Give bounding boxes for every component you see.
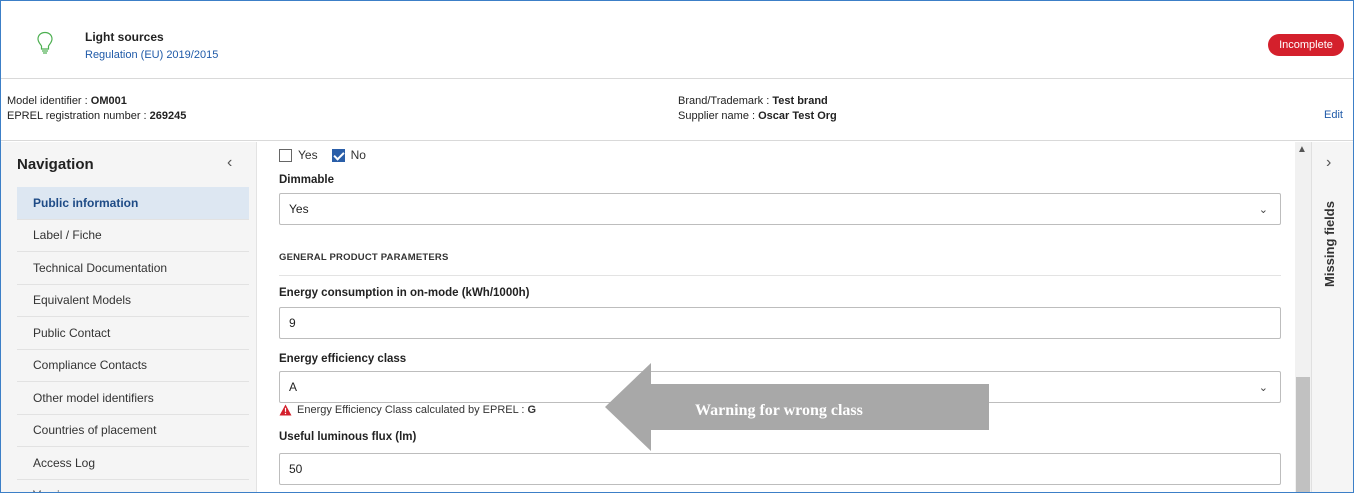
nav-item-equivalent-models[interactable]: Equivalent Models	[17, 284, 249, 317]
navigation-title: Navigation	[17, 156, 94, 173]
nav-item-other-model-identifiers[interactable]: Other model identifiers	[17, 382, 249, 415]
nav-item-countries-of-placement[interactable]: Countries of placement	[17, 414, 249, 447]
yes-no-choice: Yes No	[279, 148, 380, 162]
product-header: Light sources Regulation (EU) 2019/2015 …	[1, 1, 1353, 79]
scrollbar-thumb[interactable]	[1296, 377, 1310, 492]
energy-consumption-input[interactable]: 9	[279, 307, 1281, 339]
chevron-down-icon: ⌄	[1258, 382, 1268, 394]
warning-calculated-class: G	[527, 404, 537, 416]
luminous-flux-label: Useful luminous flux (lm)	[279, 431, 417, 443]
brand-value: Test brand	[772, 95, 828, 107]
energy-consumption-value: 9	[289, 316, 296, 330]
supplier-value: Oscar Test Org	[758, 110, 837, 122]
model-identifier: Model identifier : OM001	[7, 95, 127, 107]
nav-item-compliance-contacts[interactable]: Compliance Contacts	[17, 349, 249, 382]
luminous-flux-input[interactable]: 50	[279, 453, 1281, 485]
yes-checkbox[interactable]	[279, 148, 292, 162]
model-identifier-label: Model identifier :	[7, 95, 91, 107]
nav-item-public-contact[interactable]: Public Contact	[17, 317, 249, 350]
section-divider	[279, 275, 1281, 276]
supplier-name: Supplier name : Oscar Test Org	[678, 110, 837, 122]
energy-class-warning: Energy Efficiency Class calculated by EP…	[279, 404, 536, 416]
no-label: No	[350, 148, 366, 162]
nav-item-label-fiche[interactable]: Label / Fiche	[17, 219, 249, 252]
nav-item-access-log[interactable]: Access Log	[17, 447, 249, 480]
energy-class-value: A	[289, 380, 298, 394]
eprel-registration-number: EPREL registration number : 269245	[7, 110, 186, 122]
dimmable-value: Yes	[289, 202, 309, 216]
chevron-right-icon[interactable]: ›	[1326, 154, 1331, 172]
navigation-list: Public information Label / Fiche Technic…	[17, 187, 249, 492]
product-title: Light sources	[85, 30, 164, 44]
nav-item-technical-documentation[interactable]: Technical Documentation	[17, 252, 249, 285]
app-frame: Light sources Regulation (EU) 2019/2015 …	[0, 0, 1354, 493]
section-heading: GENERAL PRODUCT PARAMETERS	[279, 252, 449, 263]
dimmable-select[interactable]: Yes ⌄	[279, 193, 1281, 225]
luminous-flux-value: 50	[289, 462, 303, 476]
annotation-text: Warning for wrong class	[695, 402, 863, 419]
chevron-left-icon[interactable]: ‹	[227, 154, 232, 172]
eprel-value: 269245	[149, 110, 187, 122]
energy-class-label: Energy efficiency class	[279, 353, 407, 365]
warning-triangle-icon	[279, 404, 292, 416]
yes-label: Yes	[298, 148, 318, 162]
lightbulb-icon	[37, 31, 53, 54]
nav-item-versions[interactable]: Versions	[17, 479, 249, 492]
brand-label: Brand/Trademark :	[678, 95, 773, 107]
nav-item-public-information[interactable]: Public information	[17, 187, 249, 220]
brand-trademark: Brand/Trademark : Test brand	[678, 95, 828, 107]
form-scrollbar[interactable]: ▲	[1295, 142, 1311, 492]
missing-fields-label[interactable]: Missing fields	[1322, 201, 1337, 287]
model-identifier-value: OM001	[90, 95, 127, 107]
regulation-link[interactable]: Regulation (EU) 2019/2015	[85, 49, 218, 61]
no-checkbox[interactable]	[331, 148, 345, 162]
navigation-sidebar: Navigation ‹ Public information Label / …	[1, 142, 257, 492]
eprel-label: EPREL registration number :	[7, 110, 150, 122]
energy-consumption-label: Energy consumption in on-mode (kWh/1000h…	[279, 287, 530, 299]
status-badge: Incomplete	[1268, 34, 1344, 56]
warning-text: Energy Efficiency Class calculated by EP…	[297, 404, 525, 416]
model-info-bar: Model identifier : OM001 EPREL registrat…	[1, 80, 1353, 141]
supplier-label: Supplier name :	[678, 110, 759, 122]
edit-link[interactable]: Edit	[1324, 109, 1343, 121]
dimmable-label: Dimmable	[279, 174, 334, 186]
missing-fields-panel: › Missing fields	[1311, 142, 1353, 492]
chevron-down-icon: ⌄	[1258, 204, 1268, 216]
scroll-up-icon[interactable]: ▲	[1297, 144, 1307, 155]
